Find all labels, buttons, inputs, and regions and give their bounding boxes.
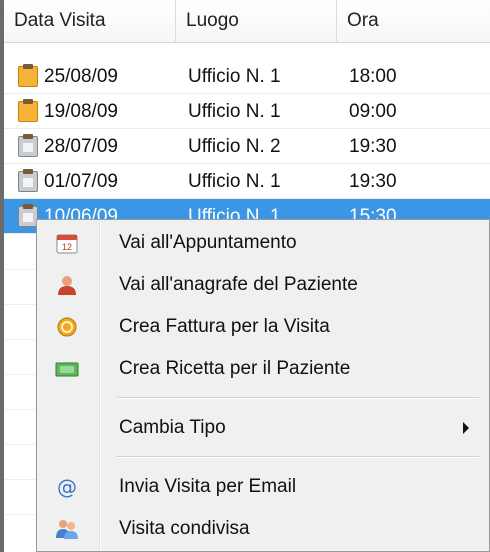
menu-item-label: Vai all'Appuntamento (119, 232, 297, 253)
calendar-icon: 12 (55, 232, 79, 254)
table-row[interactable]: 25/08/09 Ufficio N. 1 18:00 (4, 59, 490, 94)
prescription-icon (55, 358, 79, 380)
menu-item-visita-condivisa[interactable]: Visita condivisa (39, 508, 487, 550)
visit-date: 19/08/09 (44, 101, 118, 122)
menu-item-crea-fattura[interactable]: Crea Fattura per la Visita (39, 306, 487, 348)
visit-date: 01/07/09 (44, 171, 118, 192)
visit-time: 09:00 (349, 101, 397, 122)
table-row[interactable]: 28/07/09 Ufficio N. 2 19:30 (4, 129, 490, 164)
svg-text:@: @ (57, 476, 77, 498)
email-at-icon: @ (55, 475, 79, 499)
menu-item-vai-appuntamento[interactable]: 12 Vai all'Appuntamento (39, 222, 487, 264)
menu-item-vai-anagrafe[interactable]: Vai all'anagrafe del Paziente (39, 264, 487, 306)
table-row[interactable]: 19/08/09 Ufficio N. 1 09:00 (4, 94, 490, 129)
visit-date: 28/07/09 (44, 136, 118, 157)
patient-icon (55, 274, 79, 296)
menu-item-label: Crea Ricetta per il Paziente (119, 358, 351, 379)
menu-item-invia-email[interactable]: @ Invia Visita per Email (39, 466, 487, 508)
column-header-date[interactable]: Data Visita (4, 0, 176, 42)
orange-clipboard-icon (18, 64, 38, 87)
visit-date: 25/08/09 (44, 66, 118, 87)
column-header-place[interactable]: Luogo (176, 0, 337, 42)
menu-item-label: Cambia Tipo (119, 417, 226, 438)
menu-separator (117, 456, 479, 458)
list-header: Data Visita Luogo Ora (4, 0, 490, 43)
shared-users-icon (55, 518, 79, 540)
grey-clipboard-icon (18, 204, 38, 227)
visit-time: 18:00 (349, 66, 397, 87)
visit-place: Ufficio N. 2 (188, 136, 281, 157)
visit-place: Ufficio N. 1 (188, 171, 281, 192)
menu-item-label: Vai all'anagrafe del Paziente (119, 274, 358, 295)
grey-clipboard-icon (18, 169, 38, 192)
menu-item-label: Visita condivisa (119, 518, 250, 539)
coin-icon (55, 316, 79, 338)
menu-item-cambia-tipo[interactable]: Cambia Tipo (39, 407, 487, 449)
orange-clipboard-icon (18, 99, 38, 122)
svg-text:12: 12 (62, 242, 72, 252)
menu-separator (117, 397, 479, 399)
visit-place: Ufficio N. 1 (188, 66, 281, 87)
table-row[interactable]: 01/07/09 Ufficio N. 1 19:30 (4, 164, 490, 199)
grey-clipboard-icon (18, 134, 38, 157)
visit-place: Ufficio N. 1 (188, 101, 281, 122)
context-menu: 12 Vai all'Appuntamento Vai all'anagrafe… (36, 219, 490, 552)
visit-time: 19:30 (349, 136, 397, 157)
submenu-arrow-icon (463, 422, 469, 434)
column-header-time[interactable]: Ora (337, 0, 490, 42)
menu-item-crea-ricetta[interactable]: Crea Ricetta per il Paziente (39, 348, 487, 390)
visit-time: 19:30 (349, 171, 397, 192)
menu-item-label: Invia Visita per Email (119, 476, 297, 497)
menu-item-label: Crea Fattura per la Visita (119, 316, 330, 337)
